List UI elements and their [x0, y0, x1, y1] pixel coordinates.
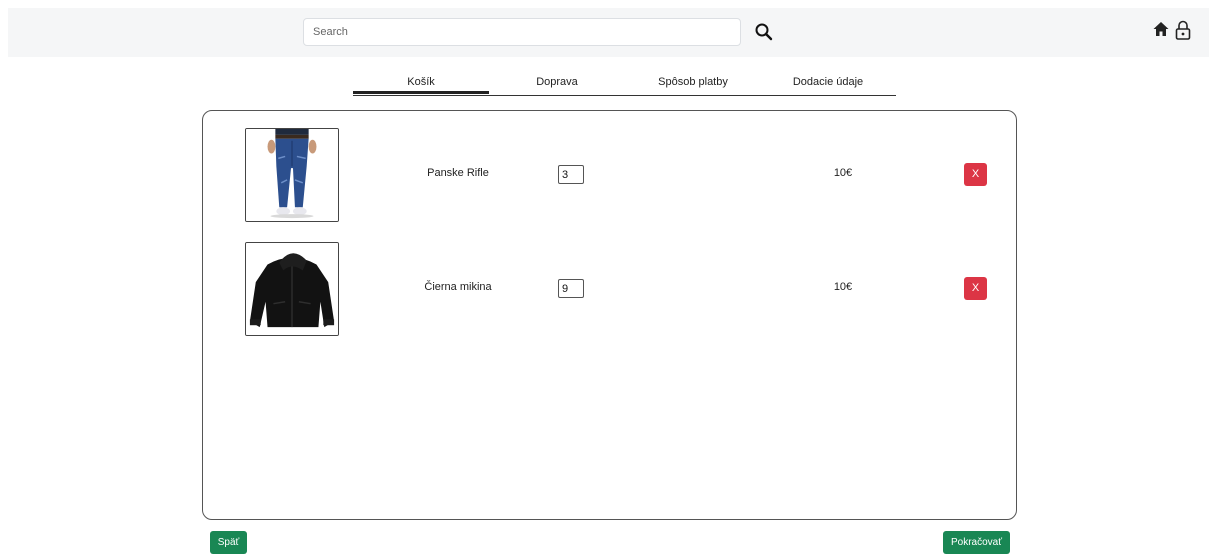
remove-item-button[interactable]: X — [964, 277, 987, 300]
jeans-image — [245, 128, 339, 222]
search-icon[interactable] — [752, 20, 776, 44]
lock-icon[interactable] — [1173, 19, 1193, 41]
product-name[interactable]: Panske Rifle — [398, 167, 518, 179]
cart-item: Panske Rifle 10€ X — [203, 128, 1016, 222]
step-payment[interactable]: Spôsob platby — [625, 75, 761, 94]
home-icon[interactable] — [1152, 20, 1170, 38]
remove-item-button[interactable]: X — [964, 163, 987, 186]
step-shipping[interactable]: Doprava — [489, 75, 625, 94]
checkout-steps: Košík Doprava Spôsob platby Dodacie údaj… — [353, 75, 896, 96]
step-cart[interactable]: Košík — [353, 75, 489, 94]
hoodie-image — [245, 242, 339, 336]
product-price: 10€ — [833, 167, 853, 179]
quantity-input[interactable] — [558, 165, 584, 184]
continue-button[interactable]: Pokračovať — [943, 531, 1010, 554]
back-button[interactable]: Späť — [210, 531, 247, 554]
cart-panel: Panske Rifle 10€ X Čierna mikina — [202, 110, 1017, 520]
search-input[interactable] — [303, 18, 741, 46]
product-name[interactable]: Čierna mikina — [398, 281, 518, 293]
top-navbar — [8, 8, 1209, 57]
cart-item: Čierna mikina 10€ X — [203, 242, 1016, 336]
quantity-input[interactable] — [558, 279, 584, 298]
step-delivery-details[interactable]: Dodacie údaje — [760, 75, 896, 94]
product-price: 10€ — [833, 281, 853, 293]
